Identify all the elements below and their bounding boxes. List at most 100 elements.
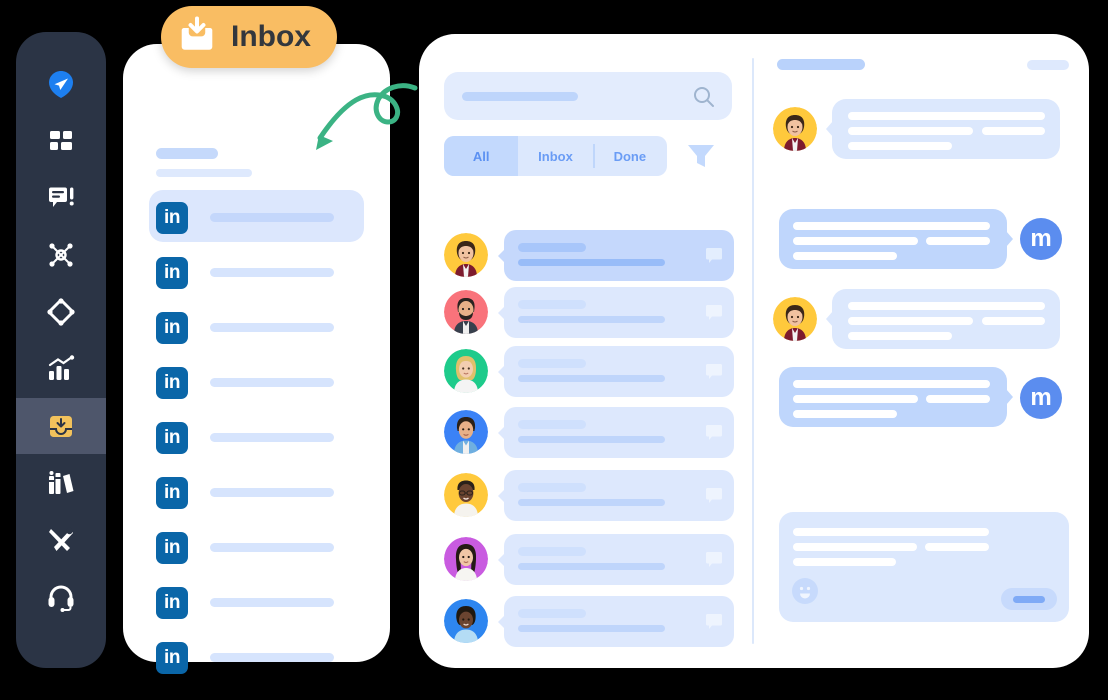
row-preview-placeholder — [518, 375, 665, 382]
sidebar-item-support[interactable] — [16, 569, 106, 625]
table-row[interactable] — [444, 596, 734, 647]
sidebar-item-library[interactable] — [16, 455, 106, 511]
inbox-download-icon — [177, 16, 217, 59]
sidebar-item-tools[interactable] — [16, 512, 106, 568]
list-item[interactable]: in — [123, 520, 390, 575]
list-item[interactable]: in — [123, 630, 390, 685]
curly-arrow-icon — [300, 78, 420, 173]
chat-bubble-icon — [705, 613, 723, 636]
list-item[interactable]: in — [123, 245, 390, 300]
inbox-badge-label: Inbox — [231, 20, 311, 53]
list-item[interactable]: in — [123, 355, 390, 410]
table-row[interactable] — [444, 534, 734, 585]
sidebar-item-analytics[interactable] — [16, 341, 106, 397]
search-input[interactable] — [444, 72, 732, 120]
headset-icon — [46, 582, 76, 612]
linkedin-icon: in — [156, 476, 188, 509]
avatar — [444, 290, 488, 334]
row-preview-placeholder — [518, 316, 665, 323]
row-preview-placeholder — [518, 259, 665, 266]
row-content — [498, 470, 734, 521]
row-content — [498, 596, 734, 647]
network-nodes-icon — [46, 240, 76, 270]
avatar — [444, 537, 488, 581]
phone-panel-header — [156, 148, 252, 177]
chat-bubble-icon — [705, 363, 723, 386]
sidebar-item-messages[interactable] — [16, 170, 106, 226]
table-row[interactable] — [444, 470, 734, 521]
smiley-icon[interactable] — [792, 578, 818, 609]
table-row[interactable] — [444, 407, 734, 458]
linkedin-icon: in — [156, 641, 188, 674]
linkedin-icon: in — [156, 256, 188, 289]
list-item-placeholder — [210, 488, 334, 497]
table-row[interactable] — [444, 287, 734, 338]
row-title-placeholder — [518, 243, 586, 252]
send-button[interactable] — [1001, 588, 1057, 610]
message-bubble-incoming — [826, 289, 1060, 349]
list-item-placeholder — [210, 543, 334, 552]
conversation-thread-panel: m m — [759, 34, 1089, 668]
conversation-meta-placeholder — [1027, 60, 1069, 70]
list-item[interactable]: in — [123, 190, 390, 245]
row-title-placeholder — [518, 359, 586, 368]
row-title-placeholder — [518, 483, 586, 492]
row-preview-placeholder — [518, 625, 665, 632]
avatar — [773, 107, 817, 151]
linkedin-icon: in — [156, 201, 188, 234]
table-row[interactable] — [444, 346, 734, 397]
list-item-placeholder — [210, 213, 334, 222]
chat-bubble-icon — [705, 424, 723, 447]
chat-bubble-icon — [705, 247, 723, 270]
row-title-placeholder — [518, 420, 586, 429]
sidebar-item-campaigns[interactable] — [16, 284, 106, 340]
avatar — [773, 297, 817, 341]
app-screenshot: in in in in in in in in in Inbox All Inb… — [0, 0, 1108, 700]
sidebar-item-send[interactable] — [16, 56, 106, 112]
list-item[interactable]: in — [123, 575, 390, 630]
message-bubble-outgoing — [779, 367, 1013, 427]
grid-dashboard-icon — [46, 126, 76, 156]
message-bubble-outgoing — [779, 209, 1013, 269]
sidebar-item-inbox[interactable] — [16, 398, 106, 454]
row-preview-placeholder — [518, 499, 665, 506]
list-item-placeholder — [210, 378, 334, 387]
analytics-chart-icon — [46, 354, 76, 384]
tab-inbox[interactable]: Inbox — [518, 136, 592, 176]
row-content — [498, 534, 734, 585]
tab-done[interactable]: Done — [592, 136, 667, 176]
chat-bubble-icon — [705, 487, 723, 510]
main-inbox-card: All Inbox Done m m — [419, 34, 1089, 668]
main-sidebar — [16, 32, 106, 668]
list-item[interactable]: in — [123, 410, 390, 465]
avatar — [444, 473, 488, 517]
chat-alert-icon — [46, 183, 76, 213]
linkedin-icon: in — [156, 366, 188, 399]
search-icon[interactable] — [692, 85, 716, 114]
list-item[interactable]: in — [123, 300, 390, 355]
conversation-title-placeholder — [777, 59, 865, 70]
row-content — [498, 287, 734, 338]
message-compose-box[interactable] — [779, 512, 1069, 622]
panel-divider — [752, 58, 754, 644]
linkedin-icon: in — [156, 531, 188, 564]
list-item[interactable]: in — [123, 465, 390, 520]
sidebar-item-dashboard[interactable] — [16, 113, 106, 169]
sidebar-item-network[interactable] — [16, 227, 106, 283]
linkedin-icon: in — [156, 421, 188, 454]
list-item-placeholder — [210, 323, 334, 332]
linkedin-icon: in — [156, 586, 188, 619]
filter-funnel-icon[interactable] — [684, 139, 718, 178]
list-item-placeholder — [210, 433, 334, 442]
filter-tabs: All Inbox Done — [444, 136, 667, 176]
avatar — [444, 233, 488, 277]
row-preview-placeholder — [518, 436, 665, 443]
tab-all[interactable]: All — [444, 136, 519, 176]
m-avatar: m — [1020, 377, 1062, 419]
chat-bubble-icon — [705, 551, 723, 574]
inbox-badge[interactable]: Inbox — [161, 6, 337, 68]
row-title-placeholder — [518, 609, 586, 618]
table-row[interactable] — [444, 230, 734, 281]
list-item-placeholder — [210, 268, 334, 277]
chat-bubble-icon — [705, 304, 723, 327]
